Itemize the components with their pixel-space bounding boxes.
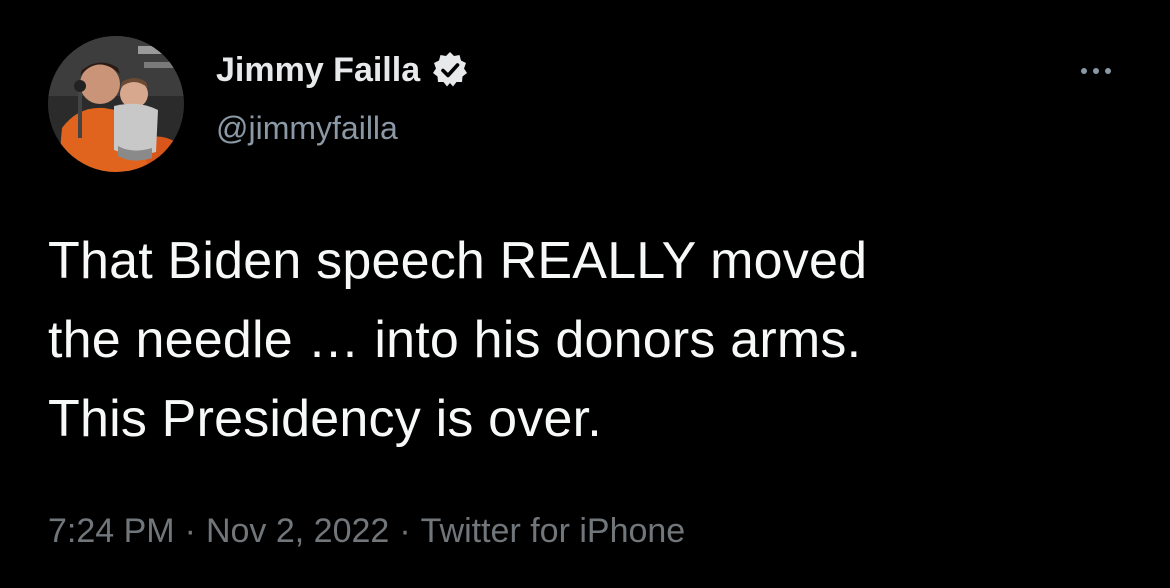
more-options-icon-dot xyxy=(1093,68,1099,74)
tweet-text-line: This Presidency is over. xyxy=(48,390,602,448)
tweet-time[interactable]: 7:24 PM xyxy=(48,512,175,550)
more-options-button[interactable] xyxy=(1066,56,1126,86)
author-name-row: Jimmy Failla xyxy=(216,48,470,92)
tweet-text-line: That Biden speech REALLY moved xyxy=(48,232,868,290)
tweet-detail: Jimmy Failla @jimmyfailla That Biden spe… xyxy=(0,0,1170,588)
tweet-date[interactable]: Nov 2, 2022 xyxy=(206,512,389,550)
verified-badge-icon xyxy=(433,52,468,87)
avatar[interactable] xyxy=(48,36,184,172)
meta-separator: · xyxy=(184,512,196,550)
tweet-text-line: the needle … into his donors arms. xyxy=(48,311,862,369)
tweet-source[interactable]: Twitter for iPhone xyxy=(421,512,686,550)
more-options-icon xyxy=(1081,68,1087,74)
display-name[interactable]: Jimmy Failla xyxy=(216,48,420,92)
tweet-metadata: 7:24 PM · Nov 2, 2022 · Twitter for iPhone xyxy=(48,508,685,554)
tweet-text: That Biden speech REALLY moved the needl… xyxy=(48,222,1128,459)
more-options-icon-dot xyxy=(1105,68,1111,74)
profile-photo-icon xyxy=(48,36,184,172)
user-handle[interactable]: @jimmyfailla xyxy=(216,108,398,148)
meta-separator: · xyxy=(399,512,411,550)
